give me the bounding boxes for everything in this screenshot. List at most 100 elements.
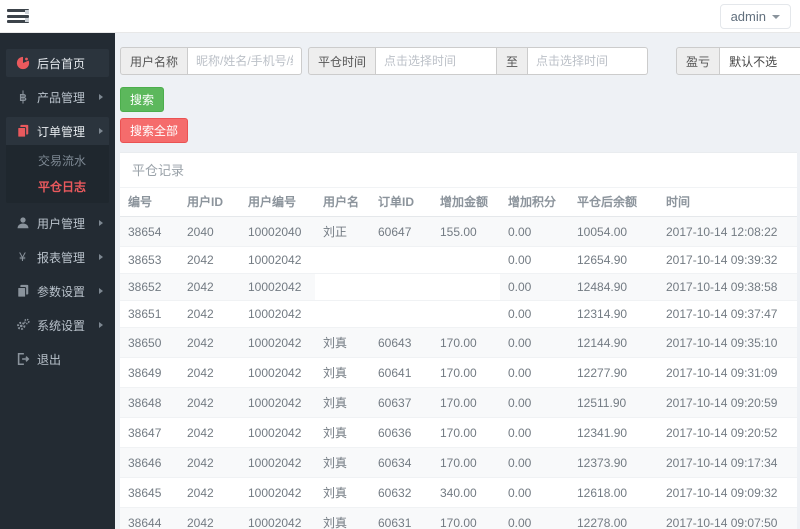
table-cell: 10002042 <box>240 477 315 508</box>
table-cell: 2017-10-14 09:35:10 <box>658 327 797 358</box>
table-cell: 12341.90 <box>569 417 658 448</box>
table-cell: 10002042 <box>240 447 315 478</box>
sidebar-item-label: 订单管理 <box>37 124 86 139</box>
table-cell: 0.00 <box>500 300 569 328</box>
table-cell <box>432 300 500 328</box>
table-cell: 170.00 <box>432 447 500 478</box>
panel-title: 平仓记录 <box>120 153 797 188</box>
table-cell: 2042 <box>179 300 240 328</box>
table-cell: 38654 <box>120 216 179 247</box>
chevron-right-icon <box>99 94 103 100</box>
sidebar-item-logout[interactable]: 退出 <box>6 345 109 373</box>
close-time-filter-label: 平仓时间 <box>308 47 377 75</box>
admin-dropdown[interactable]: admin <box>719 4 791 29</box>
table-cell: 刘真 <box>315 447 370 478</box>
table-cell: 12278.00 <box>569 507 658 529</box>
table-cell: 2042 <box>179 357 240 388</box>
search-button[interactable]: 搜索 <box>120 87 165 112</box>
chevron-right-icon <box>99 128 103 134</box>
chevron-right-icon <box>99 288 103 294</box>
pages-icon <box>15 284 30 299</box>
table-header-cell: 编号 <box>120 188 179 217</box>
table-cell: 2040 <box>179 216 240 247</box>
close-time-filter: 平仓时间 至 <box>308 47 649 75</box>
table-cell: 340.00 <box>432 477 500 508</box>
table-cell: 刘正 <box>315 216 370 247</box>
sidebar-item-reports[interactable]: ¥ 报表管理 <box>6 243 109 271</box>
table-cell: 170.00 <box>432 357 500 388</box>
filter-bar: 用户名称 平仓时间 至 盈亏 默认不选 <box>115 33 800 75</box>
sidebar-item-users[interactable]: 用户管理 <box>6 209 109 237</box>
sidebar-subitem-label: 交易流水 <box>38 154 87 168</box>
profit-select[interactable]: 默认不选 <box>720 47 800 75</box>
sidebar-item-home[interactable]: 后台首页 <box>6 49 109 77</box>
table-cell: 10002042 <box>240 417 315 448</box>
sidebar-item-label: 用户管理 <box>37 216 86 231</box>
sidebar-item-label: 参数设置 <box>37 284 86 299</box>
table-cell: 2042 <box>179 507 240 529</box>
table-cell: 刘真 <box>315 357 370 388</box>
table-cell: 2017-10-14 09:09:32 <box>658 477 797 508</box>
table-cell: 60643 <box>370 327 432 358</box>
sidebar-item-label: 后台首页 <box>37 56 86 71</box>
profit-filter-label: 盈亏 <box>676 47 721 75</box>
logo-placeholder <box>25 10 29 26</box>
sidebar-item-system[interactable]: 系统设置 <box>6 311 109 339</box>
table-cell: 12484.90 <box>569 273 658 301</box>
table-header-cell: 用户名 <box>315 188 370 217</box>
orders-icon <box>15 124 30 139</box>
gears-icon <box>15 318 30 333</box>
table-cell: 60636 <box>370 417 432 448</box>
table-cell: 2017-10-14 09:39:32 <box>658 246 797 274</box>
table-cell: 170.00 <box>432 417 500 448</box>
time-from-input[interactable] <box>376 47 498 75</box>
table-cell: 10054.00 <box>569 216 658 247</box>
table-cell: 2017-10-14 09:37:47 <box>658 300 797 328</box>
table-cell: 12144.90 <box>569 327 658 358</box>
to-label: 至 <box>497 47 529 75</box>
sidebar-item-trade-flow[interactable]: 交易流水 <box>6 148 109 174</box>
table-header-cell: 用户编号 <box>240 188 315 217</box>
chevron-right-icon <box>99 322 103 328</box>
time-to-input[interactable] <box>528 47 649 75</box>
table-cell: 2042 <box>179 477 240 508</box>
table-cell: 38645 <box>120 477 179 508</box>
profit-select-value: 默认不选 <box>729 54 778 69</box>
sidebar-item-parameters[interactable]: 参数设置 <box>6 277 109 305</box>
table-cell: 2042 <box>179 387 240 418</box>
table-row: 38652 2042 10002042 0.00 12484.90 2017-10-14 … <box>120 273 797 301</box>
table-cell: 0.00 <box>500 357 569 388</box>
search-all-button[interactable]: 搜索全部 <box>120 118 189 143</box>
sidebar-item-label: 系统设置 <box>37 318 86 333</box>
table-cell: 10002042 <box>240 327 315 358</box>
table-cell: 10002042 <box>240 300 315 328</box>
table-row: 38646 2042 10002042 刘真 60634 170.00 0.00 12373.… <box>120 447 797 478</box>
table-cell: 12277.90 <box>569 357 658 388</box>
table-cell: 2017-10-14 09:38:58 <box>658 273 797 301</box>
table-cell <box>315 300 370 328</box>
table-cell: 60641 <box>370 357 432 388</box>
user-icon <box>15 216 30 231</box>
table-cell: 2017-10-14 09:20:52 <box>658 417 797 448</box>
dashboard-icon <box>15 56 30 71</box>
table-cell: 0.00 <box>500 417 569 448</box>
chevron-down-icon <box>772 14 780 19</box>
table-cell: 170.00 <box>432 327 500 358</box>
table-cell <box>370 246 432 274</box>
table-cell: 刘真 <box>315 387 370 418</box>
table-cell: 10002042 <box>240 273 315 301</box>
orders-submenu: 交易流水 平仓日志 <box>6 145 109 203</box>
sidebar-item-products[interactable]: B 产品管理 <box>6 83 109 111</box>
table-cell: 0.00 <box>500 387 569 418</box>
table-cell: 38649 <box>120 357 179 388</box>
table-cell: 170.00 <box>432 507 500 529</box>
sidebar-item-orders[interactable]: 订单管理 <box>6 117 109 145</box>
table-cell: 12314.90 <box>569 300 658 328</box>
table-cell: 60634 <box>370 447 432 478</box>
sidebar-item-close-log[interactable]: 平仓日志 <box>6 174 109 200</box>
table-cell: 10002042 <box>240 387 315 418</box>
table-cell: 0.00 <box>500 216 569 247</box>
yen-icon: ¥ <box>19 250 26 264</box>
username-input[interactable] <box>188 47 303 75</box>
table-header-cell: 订单ID <box>370 188 432 217</box>
